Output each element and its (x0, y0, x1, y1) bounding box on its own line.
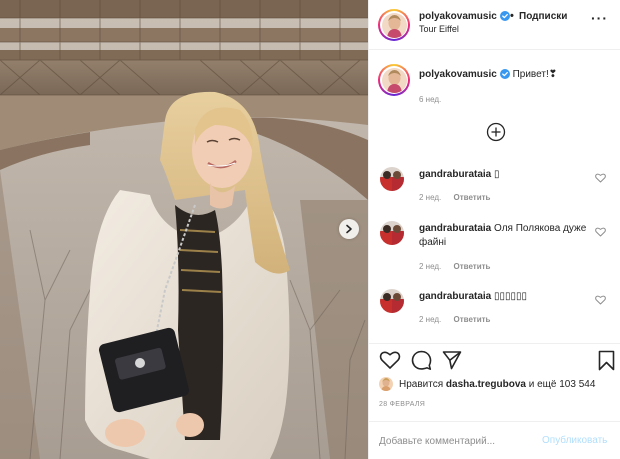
verified-badge-icon (499, 11, 510, 21)
liker-username[interactable]: dasha.tregubova (446, 379, 526, 390)
author-avatar[interactable] (378, 9, 410, 41)
commenter-avatar[interactable] (380, 221, 404, 245)
post-location[interactable]: Tour Eiffel (419, 24, 459, 34)
avatar-image (380, 289, 404, 313)
comment-body: ▯▯▯▯▯▯ (494, 291, 528, 302)
comment-meta: 2 нед. Ответить (419, 193, 500, 202)
caption-time[interactable]: 6 нед. (419, 95, 441, 104)
comment-text: gandraburataia ▯ (419, 168, 587, 182)
more-options-icon[interactable]: ··· (591, 10, 608, 26)
comment-time[interactable]: 2 нед. (419, 315, 441, 324)
comment-username[interactable]: gandraburataia (419, 291, 491, 302)
caption-text: Привет!❣ (512, 69, 558, 80)
heart-icon[interactable] (595, 173, 606, 183)
post-side-panel: polyakovamusic • Подписки Tour Eiffel ··… (368, 0, 620, 459)
header-separator: • (510, 10, 514, 22)
avatar-image (380, 167, 404, 191)
action-bar (369, 343, 620, 379)
post-caption: polyakovamusic Привет!❣ (419, 69, 557, 80)
post-photo (0, 0, 368, 459)
bookmark-icon[interactable] (598, 350, 615, 371)
comment-username[interactable]: gandraburataia (419, 223, 491, 234)
following-button[interactable]: Подписки (519, 11, 567, 22)
likes-count[interactable]: и ещё 103 544 (529, 379, 596, 390)
likes-summary: Нравится dasha.tregubova и ещё 103 544 (379, 377, 595, 391)
liker-avatar[interactable] (379, 377, 393, 391)
commenter-avatar[interactable] (380, 167, 404, 191)
comment-time[interactable]: 2 нед. (419, 193, 441, 202)
comment-body: ▯ (494, 169, 500, 180)
avatar-image (381, 12, 407, 38)
post-date[interactable]: 28 ФЕВРАЛЯ (379, 401, 425, 408)
photo-image (0, 0, 368, 459)
comment-meta: 2 нед. Ответить (419, 262, 500, 271)
add-comment-form: Опубликовать (369, 421, 620, 459)
caption-username[interactable]: polyakovamusic (419, 69, 497, 80)
heart-icon[interactable] (595, 295, 606, 305)
post-header: polyakovamusic • Подписки Tour Eiffel ··… (369, 0, 620, 50)
comment-time[interactable]: 2 нед. (419, 262, 441, 271)
chevron-right-icon (346, 224, 352, 234)
next-photo-button[interactable] (339, 219, 359, 239)
reply-button[interactable]: Ответить (454, 262, 491, 271)
comment-input[interactable] (379, 433, 529, 449)
author-username-text[interactable]: polyakovamusic (419, 11, 497, 22)
heart-icon[interactable] (595, 227, 606, 237)
paper-plane-icon[interactable] (442, 350, 462, 370)
load-more-comments-button[interactable] (486, 122, 506, 142)
comment-text: gandraburataia ▯▯▯▯▯▯ (419, 290, 587, 304)
comment-icon[interactable] (411, 350, 432, 371)
heart-icon[interactable] (379, 350, 401, 370)
verified-badge-icon (499, 69, 510, 79)
commenter-avatar[interactable] (380, 289, 404, 313)
comment-text: gandraburataia Оля Полякова дуже файні (419, 222, 587, 250)
publish-button[interactable]: Опубликовать (542, 435, 607, 446)
comment-meta: 2 нед. Ответить (419, 315, 500, 324)
avatar-image (379, 377, 393, 391)
caption-avatar[interactable] (378, 64, 410, 96)
author-username[interactable]: polyakovamusic (419, 11, 510, 22)
plus-circle-icon (486, 122, 506, 142)
likes-prefix: Нравится (399, 378, 444, 390)
avatar-image (381, 67, 407, 93)
reply-button[interactable]: Ответить (454, 193, 491, 202)
avatar-image (380, 221, 404, 245)
reply-button[interactable]: Ответить (454, 315, 491, 324)
comment-username[interactable]: gandraburataia (419, 169, 491, 180)
